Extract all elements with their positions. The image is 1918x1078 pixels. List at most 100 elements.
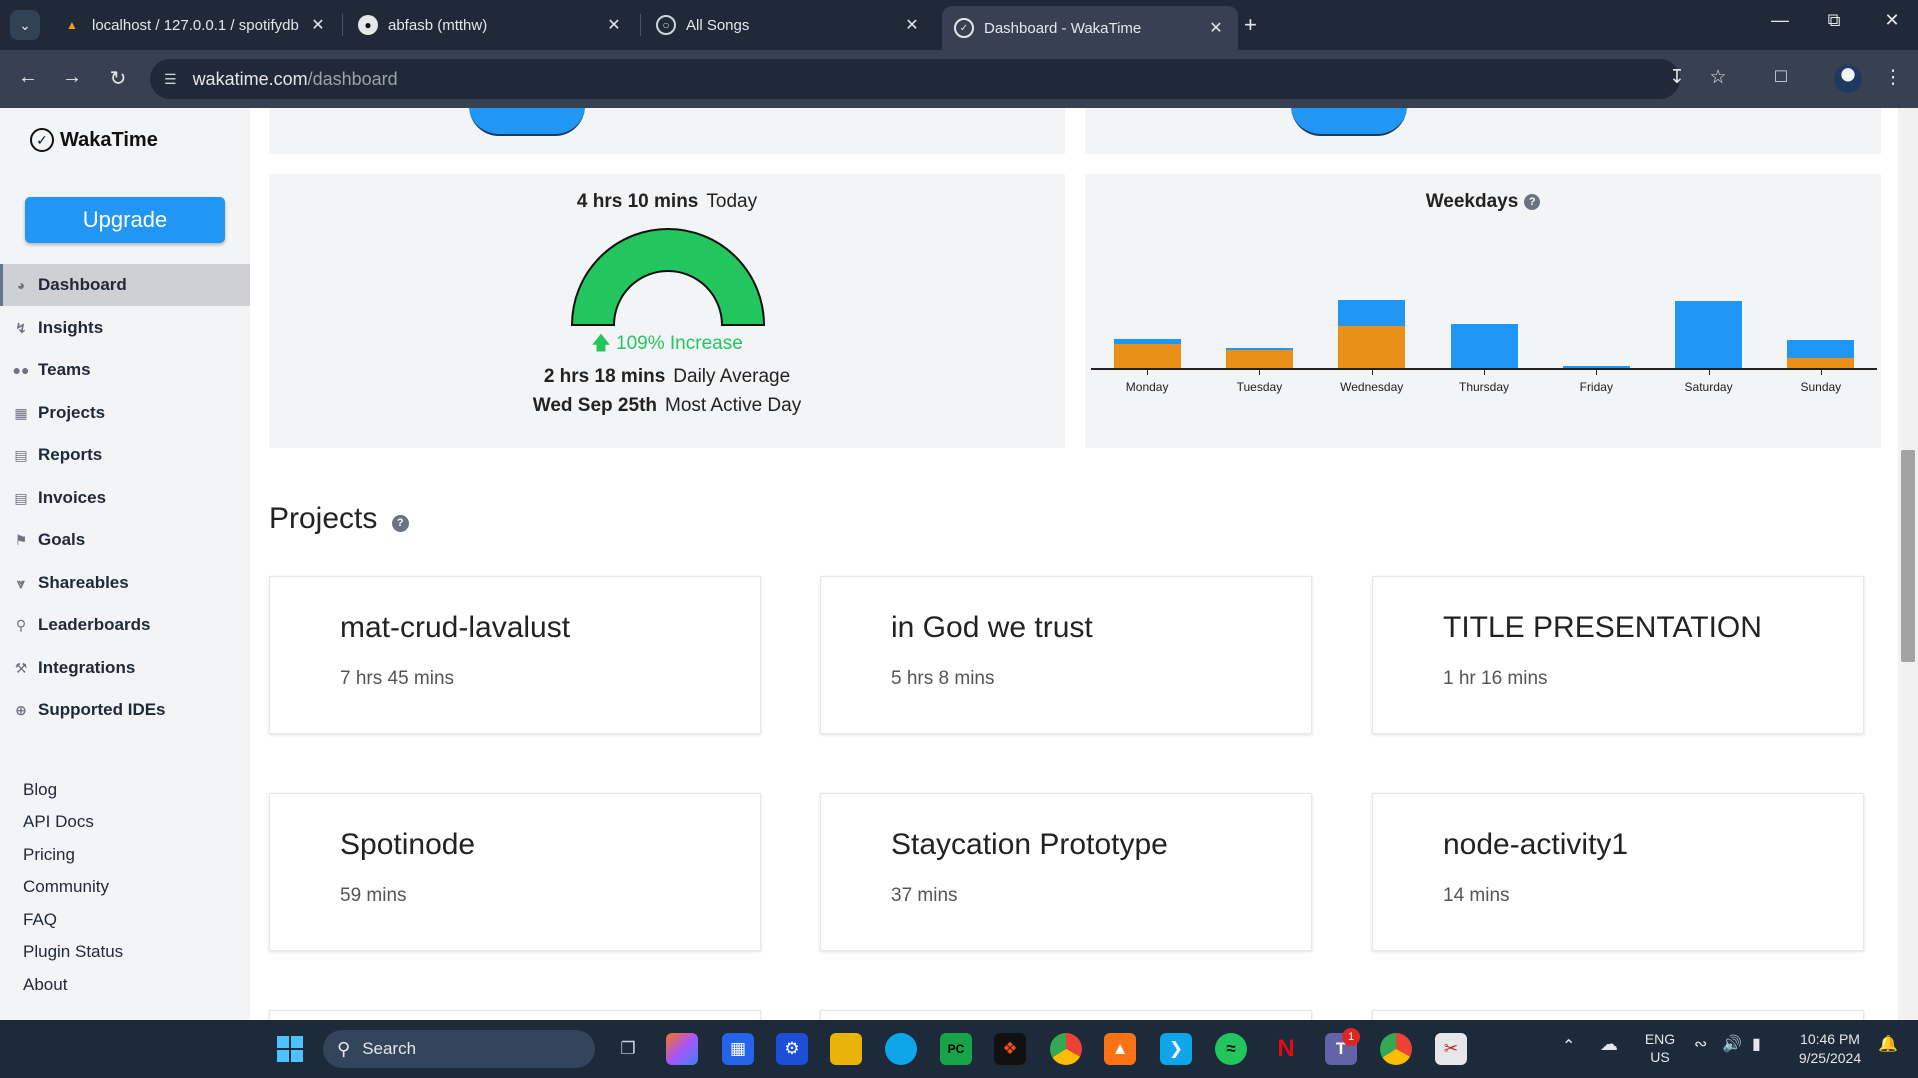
edge-browser-icon[interactable] [885, 1033, 917, 1065]
close-icon[interactable]: ✕ [308, 15, 328, 35]
project-card[interactable]: Spotinode 59 mins [269, 793, 761, 951]
tab-all-songs[interactable]: ○ All Songs ✕ [644, 6, 934, 44]
site-info-icon[interactable]: ☰ [164, 71, 177, 88]
footer-link-plugin-status[interactable]: Plugin Status [23, 942, 123, 962]
vscode-icon[interactable]: ❯ [1160, 1033, 1192, 1065]
languages-card [269, 108, 1065, 154]
sidebar-item-reports[interactable]: ▤ Reports [0, 434, 250, 476]
chart-bar-sunday-0[interactable] [1787, 357, 1855, 368]
close-icon[interactable]: ✕ [1206, 18, 1226, 38]
footer-link-pricing[interactable]: Pricing [23, 845, 75, 865]
chrome-profile-icon[interactable] [1380, 1033, 1412, 1065]
file-explorer-icon[interactable] [830, 1033, 862, 1065]
sidebar-item-teams[interactable]: ●● Teams [0, 349, 250, 391]
sidebar-item-integrations[interactable]: ⚒ Integrations [0, 647, 250, 689]
chart-bar-sunday-1[interactable] [1787, 339, 1855, 358]
chart-bar-wednesday-1[interactable] [1338, 300, 1406, 326]
more-menu-icon[interactable]: ⋮ [1878, 66, 1908, 89]
keyboard-region: US [1650, 1049, 1670, 1065]
task-view-icon[interactable]: ❐ [612, 1033, 644, 1065]
pycharm-icon[interactable]: PC [940, 1033, 972, 1065]
reload-icon[interactable]: ↻ [103, 66, 133, 91]
tab-github[interactable]: ● abfasb (mtthw) ✕ [346, 6, 636, 44]
sidebar-item-shareables[interactable]: ⩔ Shareables [0, 562, 250, 604]
window-close-icon[interactable]: ✕ [1872, 10, 1912, 31]
chart-bar-tuesday-1[interactable] [1225, 347, 1293, 350]
footer-link-community[interactable]: Community [23, 877, 109, 897]
taskbar-search[interactable]: ⚲ Search [323, 1030, 595, 1068]
chart-bar-tuesday-0[interactable] [1225, 350, 1293, 368]
minimize-icon[interactable]: — [1760, 10, 1800, 31]
forward-arrow-icon[interactable]: → [57, 66, 87, 89]
close-icon[interactable]: ✕ [902, 15, 922, 35]
microsoft-store-icon[interactable]: ▦ [722, 1033, 754, 1065]
search-placeholder: Search [362, 1039, 417, 1058]
project-card[interactable]: mat-crud-lavalust 7 hrs 45 mins [269, 576, 761, 734]
footer-link-api-docs[interactable]: API Docs [23, 812, 94, 832]
project-card[interactable]: TITLE PRESENTATION 1 hr 16 mins [1372, 576, 1864, 734]
tab-search-chevron-icon[interactable]: ⌄ [10, 10, 40, 40]
onedrive-cloud-icon[interactable]: ☁ [1600, 1034, 1618, 1055]
settings-gear-icon[interactable]: ⚙ [776, 1033, 808, 1065]
project-card[interactable] [820, 1010, 1312, 1020]
wakatime-logo[interactable]: ✓ WakaTime [30, 128, 158, 152]
windows-start-icon[interactable] [274, 1033, 306, 1065]
wifi-icon[interactable]: ∾ [1694, 1034, 1707, 1054]
sidebar-item-goals[interactable]: ⚑ Goals [0, 519, 250, 561]
language-indicator[interactable]: ENG US [1640, 1030, 1680, 1066]
help-icon[interactable]: ? [1524, 194, 1541, 210]
sidebar-item-leaderboards[interactable]: ⚲ Leaderboards [0, 604, 250, 646]
browser-tab-bar: ⌄ ▲ localhost / 127.0.0.1 / spotifydb ✕ … [0, 0, 1918, 50]
project-card[interactable] [1372, 1010, 1864, 1020]
project-card[interactable]: node-activity1 14 mins [1372, 793, 1864, 951]
tab-wakatime-dashboard[interactable]: ✓ Dashboard - WakaTime ✕ [942, 6, 1238, 50]
tray-chevron-icon[interactable]: ⌃ [1562, 1036, 1575, 1056]
arrow-up-icon: 🡅 [591, 333, 611, 354]
upgrade-button[interactable]: Upgrade [25, 197, 225, 243]
close-icon[interactable]: ✕ [604, 15, 624, 35]
address-bar[interactable]: ☰ wakatime.com/dashboard [150, 59, 1680, 99]
project-card[interactable]: in God we trust 5 hrs 8 mins [820, 576, 1312, 734]
netflix-icon[interactable]: N [1270, 1033, 1302, 1065]
battery-icon[interactable]: ▮ [1752, 1034, 1761, 1054]
projects-section-title: Projects ? [269, 502, 409, 536]
pie-chart-bottom [1291, 108, 1407, 136]
sidebar-item-invoices[interactable]: ▤ Invoices [0, 477, 250, 519]
volume-icon[interactable]: 🔊 [1722, 1034, 1742, 1054]
project-time: 37 mins [891, 885, 958, 906]
clock-time: 10:46 PM [1800, 1031, 1860, 1047]
chart-bar-monday-1[interactable] [1113, 339, 1181, 344]
snipping-tool-icon[interactable]: ✂ [1435, 1033, 1467, 1065]
spotify-icon[interactable]: ≈ [1215, 1033, 1247, 1065]
footer-link-faq[interactable]: FAQ [23, 910, 57, 930]
project-card[interactable] [269, 1010, 761, 1020]
sidebar-item-supported-ides[interactable]: ⊕ Supported IDEs [0, 689, 250, 731]
sidebar-item-projects[interactable]: ▦ Projects [0, 392, 250, 434]
figma-icon[interactable]: ❖ [994, 1033, 1026, 1065]
back-arrow-icon[interactable]: ← [13, 66, 43, 89]
chart-bar-saturday-1[interactable] [1675, 300, 1743, 368]
search-icon: ⚲ [337, 1038, 351, 1059]
extensions-icon[interactable]: □ [1766, 66, 1796, 88]
bookmark-star-icon[interactable]: ☆ [1703, 66, 1733, 89]
chart-bar-monday-0[interactable] [1113, 344, 1181, 368]
chrome-icon[interactable] [1050, 1033, 1082, 1065]
tab-phpmyadmin[interactable]: ▲ localhost / 127.0.0.1 / spotifydb ✕ [50, 6, 340, 44]
footer-link-about[interactable]: About [23, 975, 67, 995]
restore-icon[interactable]: ⧉ [1814, 10, 1854, 31]
chart-bar-thursday-1[interactable] [1450, 324, 1518, 368]
chart-bar-wednesday-0[interactable] [1338, 326, 1406, 368]
notification-bell-icon[interactable]: 🔔 [1878, 1034, 1898, 1054]
help-icon[interactable]: ? [391, 515, 409, 532]
copilot-icon[interactable] [666, 1033, 698, 1065]
clock[interactable]: 10:46 PM 9/25/2024 [1792, 1030, 1868, 1068]
install-app-icon[interactable]: ↧ [1662, 66, 1692, 89]
footer-link-blog[interactable]: Blog [23, 780, 57, 800]
sidebar-item-insights[interactable]: ↯ Insights [0, 307, 250, 349]
brave-icon[interactable]: ▲ [1104, 1033, 1136, 1065]
profile-avatar[interactable] [1834, 65, 1862, 93]
project-card[interactable]: Staycation Prototype 37 mins [820, 793, 1312, 951]
sidebar-item-dashboard[interactable]: ◕ Dashboard [0, 264, 250, 306]
scrollbar-thumb[interactable] [1901, 450, 1915, 662]
new-tab-icon[interactable]: + [1244, 12, 1257, 38]
